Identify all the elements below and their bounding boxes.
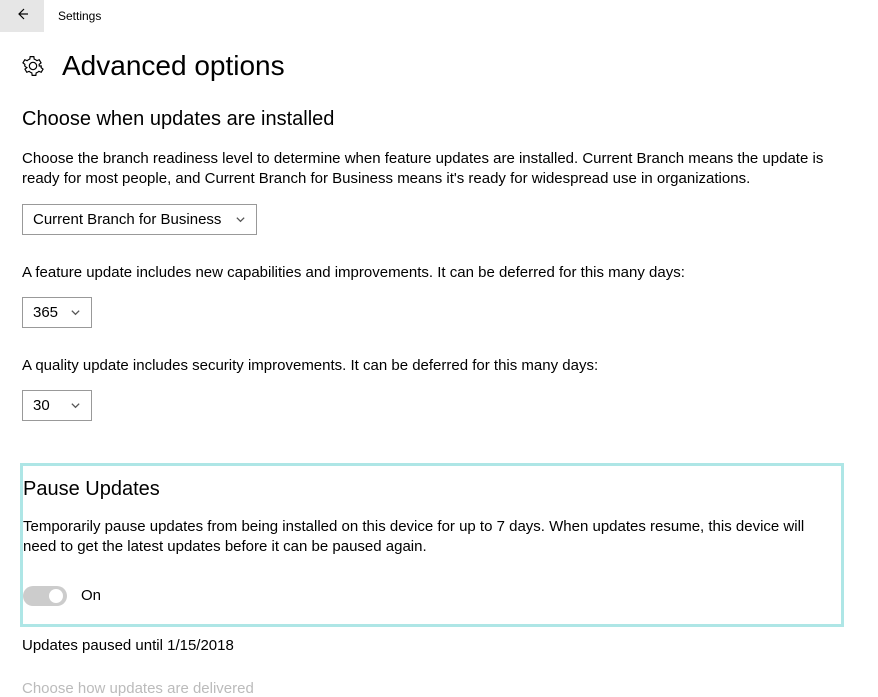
back-arrow-icon	[14, 6, 30, 26]
chevron-down-icon	[70, 400, 81, 411]
page-header: Advanced options	[22, 50, 856, 82]
branch-description: Choose the branch readiness level to det…	[22, 149, 852, 190]
quality-defer-select[interactable]: 30	[22, 390, 92, 421]
branch-readiness-select[interactable]: Current Branch for Business	[22, 204, 257, 235]
pause-updates-section: Pause Updates Temporarily pause updates …	[20, 463, 844, 627]
pause-description: Temporarily pause updates from being ins…	[23, 517, 841, 558]
section-heading: Choose when updates are installed	[22, 108, 856, 131]
titlebar-label: Settings	[44, 9, 101, 23]
feature-defer-select[interactable]: 365	[22, 297, 92, 328]
branch-readiness-value: Current Branch for Business	[33, 211, 221, 228]
pause-toggle-label: On	[81, 587, 101, 604]
delivery-link[interactable]: Choose how updates are delivered	[22, 680, 856, 697]
section-choose-when: Choose when updates are installed Choose…	[22, 108, 856, 435]
quality-defer-label: A quality update includes security impro…	[22, 356, 852, 376]
toggle-knob	[49, 589, 63, 603]
pause-toggle[interactable]	[23, 586, 67, 606]
pause-heading: Pause Updates	[23, 478, 841, 501]
chevron-down-icon	[235, 214, 246, 225]
titlebar: Settings	[0, 0, 878, 32]
back-button[interactable]	[0, 0, 44, 32]
quality-defer-value: 30	[33, 397, 50, 414]
gear-icon	[22, 55, 44, 77]
page-title: Advanced options	[62, 50, 285, 82]
feature-defer-label: A feature update includes new capabiliti…	[22, 263, 852, 283]
paused-until-text: Updates paused until 1/15/2018	[22, 637, 856, 654]
feature-defer-value: 365	[33, 304, 58, 321]
chevron-down-icon	[70, 307, 81, 318]
